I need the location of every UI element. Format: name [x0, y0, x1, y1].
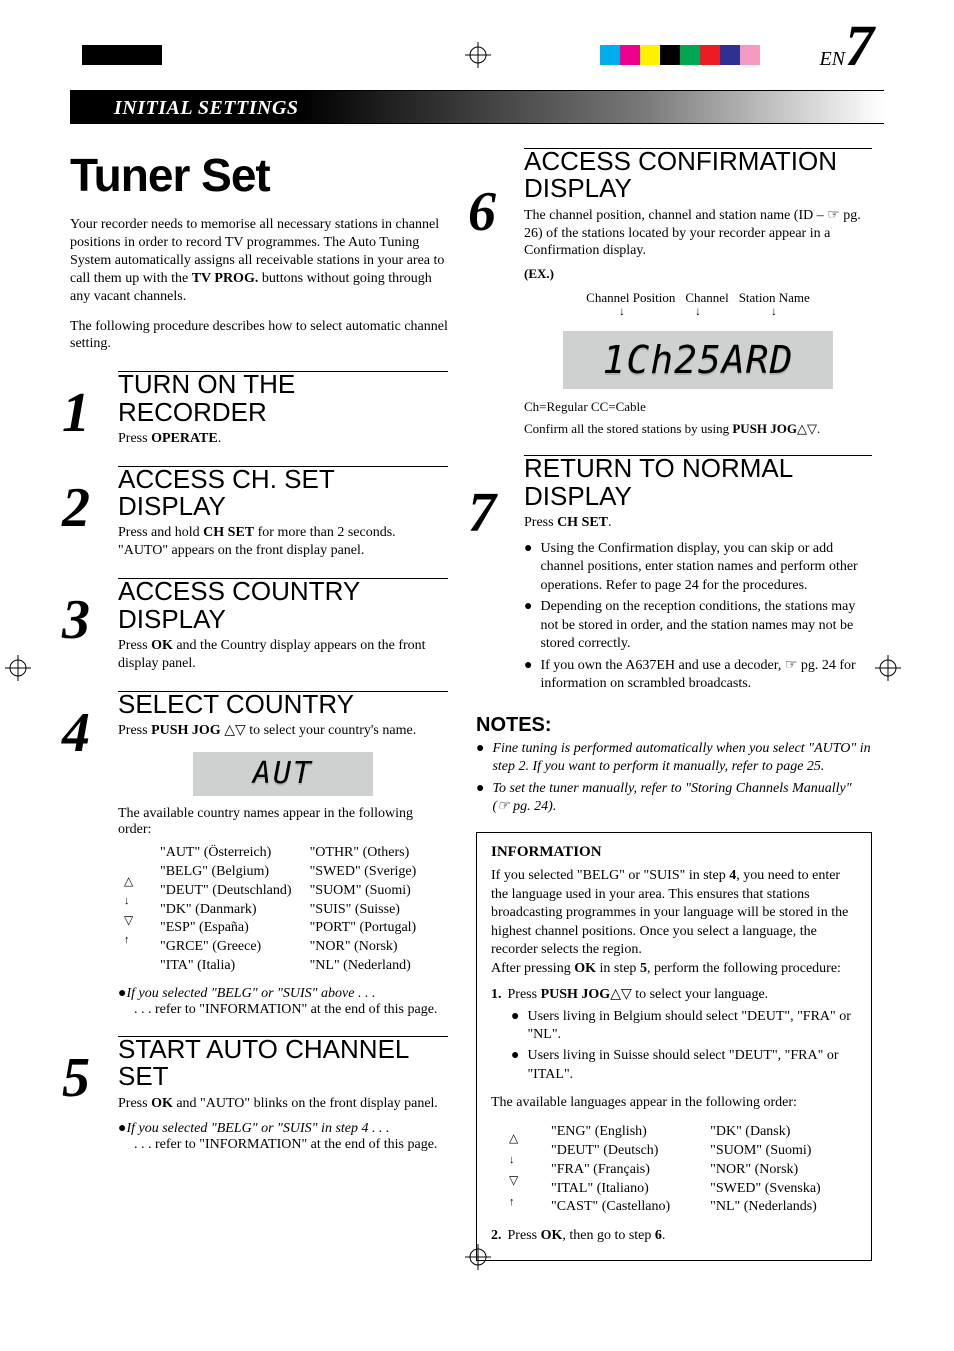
step-title: ACCESS CH. SET DISPLAY: [118, 466, 448, 521]
lang-code: EN: [819, 48, 845, 70]
lcd-caption: Ch=Regular CC=Cable: [524, 399, 872, 415]
step-body: Press CH SET.: [524, 514, 872, 532]
down-arrow-icons: ↓↓↓: [524, 304, 872, 319]
step-title: SELECT COUNTRY: [118, 691, 448, 718]
step-number: 3: [62, 592, 90, 648]
language-col-2: "DK" (Dansk) "SUOM" (Suomi) "NOR" (Norsk…: [710, 1123, 821, 1217]
step-4-note: ●If you selected "BELG" or "SUIS" above …: [118, 986, 448, 1018]
step-body: Press OK and "AUTO" blinks on the front …: [118, 1095, 448, 1113]
jog-arrows-icon: △↓ ▽↑: [124, 844, 133, 976]
step-number: 2: [62, 480, 90, 536]
step-7-bullets: ●Using the Confirmation display, you can…: [524, 540, 872, 694]
step-title: ACCESS CONFIRMATION DISPLAY: [524, 148, 872, 203]
step-body: Press OPERATE.: [118, 430, 448, 448]
step-body: Press PUSH JOG △▽ to select your country…: [118, 722, 448, 740]
lcd-display: AUT: [193, 752, 373, 796]
step-number: 1: [62, 385, 90, 441]
information-box: INFORMATION If you selected "BELG" or "S…: [476, 832, 872, 1260]
step-number: 7: [468, 485, 496, 541]
step-number: 4: [62, 705, 90, 761]
step-body: The channel position, channel and statio…: [524, 207, 872, 261]
step-7: 7 RETURN TO NORMAL DISPLAY Press CH SET.…: [476, 455, 872, 693]
info-step-1: 1. Press PUSH JOG△▽ to select your langu…: [491, 986, 857, 1084]
country-col-2: "OTHR" (Others) "SWED" (Sverige) "SUOM" …: [310, 844, 417, 976]
info-para-1: If you selected "BELG" or "SUIS" in step…: [491, 867, 857, 959]
step-number: 6: [468, 184, 496, 240]
section-header-bar: INITIAL SETTINGS: [70, 90, 884, 124]
step-title: TURN ON THE RECORDER: [118, 371, 448, 426]
language-col-1: "ENG" (English) "DEUT" (Deutsch) "FRA" (…: [551, 1123, 670, 1217]
step-1: 1 TURN ON THE RECORDER Press OPERATE.: [70, 371, 448, 448]
lcd-text: AUT: [253, 756, 313, 791]
lcd-caption-2: Confirm all the stored stations by using…: [524, 421, 872, 437]
page-number-block: EN7: [819, 12, 874, 79]
country-col-1: "AUT" (Österreich) "BELG" (Belgium) "DEU…: [160, 844, 292, 976]
notes-heading: NOTES:: [476, 714, 872, 737]
step-5-note: ●If you selected "BELG" or "SUIS" in ste…: [118, 1121, 448, 1153]
page-number: 7: [845, 13, 874, 78]
info-para-2: After pressing OK in step 5, perform the…: [491, 960, 857, 978]
country-order: The available country names appear in th…: [118, 806, 448, 1018]
info-step-2: 2. Press OK, then go to step 6.: [491, 1227, 857, 1245]
step-6: 6 ACCESS CONFIRMATION DISPLAY The channe…: [476, 148, 872, 437]
content-columns: Tuner Set Your recorder needs to memoris…: [70, 134, 884, 1261]
color-bars-left: [82, 45, 162, 65]
notes-list: ●Fine tuning is performed automatically …: [476, 740, 872, 817]
section-title: INITIAL SETTINGS: [70, 91, 884, 124]
page: INITIAL SETTINGS EN 7 Tuner Set Your reco…: [70, 30, 884, 1320]
left-column: Tuner Set Your recorder needs to memoris…: [70, 134, 448, 1261]
intro-paragraph-2: The following procedure describes how to…: [70, 318, 448, 354]
registration-target-icon: [5, 655, 31, 681]
info-sub-bullets: ●Users living in Belgium should select "…: [511, 1008, 857, 1085]
step-body: Press and hold CH SET for more than 2 se…: [118, 524, 448, 560]
color-bars-right: [600, 45, 760, 65]
language-grid: △↓ ▽↑ "ENG" (English) "DEUT" (Deutsch) "…: [551, 1123, 857, 1217]
country-grid: △↓ ▽↑ "AUT" (Österreich) "BELG" (Belgium…: [160, 844, 448, 976]
step-number: 5: [62, 1050, 90, 1106]
step-title: RETURN TO NORMAL DISPLAY: [524, 455, 872, 510]
step-3: 3 ACCESS COUNTRY DISPLAY Press OK and th…: [70, 578, 448, 672]
language-order-intro: The available languages appear in the fo…: [491, 1094, 857, 1112]
information-heading: INFORMATION: [491, 843, 857, 863]
intro-paragraph-1: Your recorder needs to memorise all nece…: [70, 216, 448, 306]
page-title: Tuner Set: [70, 148, 448, 202]
step-body: Press OK and the Country display appears…: [118, 637, 448, 673]
right-column: 6 ACCESS CONFIRMATION DISPLAY The channe…: [476, 134, 872, 1261]
lcd-text: 1Ch25ARD: [602, 338, 793, 382]
step-5: 5 START AUTO CHANNEL SET Press OK and "A…: [70, 1036, 448, 1153]
step-title: START AUTO CHANNEL SET: [118, 1036, 448, 1091]
step-2: 2 ACCESS CH. SET DISPLAY Press and hold …: [70, 466, 448, 560]
lcd-display: 1Ch25ARD: [563, 331, 833, 389]
step-title: ACCESS COUNTRY DISPLAY: [118, 578, 448, 633]
jog-arrows-icon: △↓ ▽↑: [509, 1123, 518, 1217]
registration-target-icon: [465, 42, 491, 68]
step-4: 4 SELECT COUNTRY Press PUSH JOG △▽ to se…: [70, 691, 448, 1018]
